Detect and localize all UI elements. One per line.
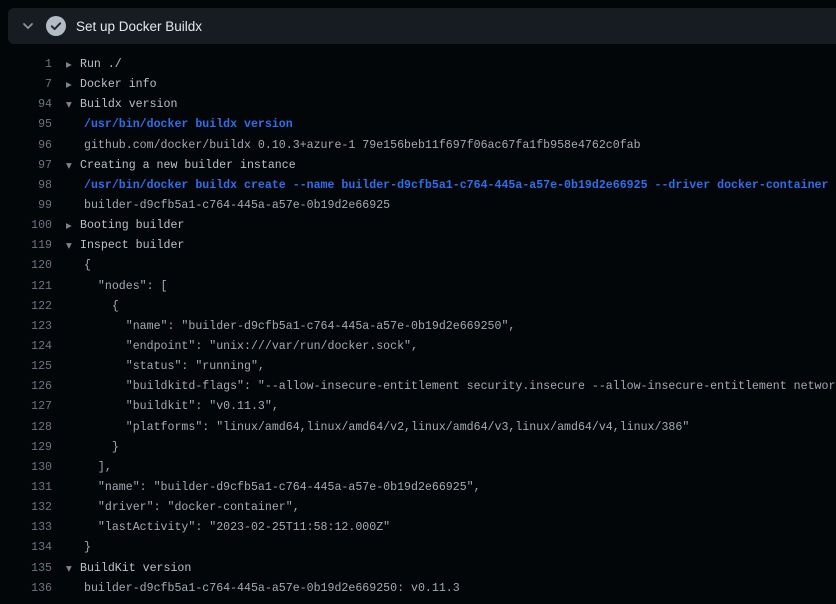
line-number: 97 — [0, 156, 52, 176]
log-group-line[interactable]: 135 ▼ BuildKit version — [0, 559, 836, 579]
triangle-down-icon: ▼ — [66, 156, 80, 176]
log-line-text: "endpoint": "unix:///var/run/docker.sock… — [84, 337, 418, 357]
log-group-line[interactable]: 7 ▶ Docker info — [0, 75, 836, 95]
log-line: 121 "nodes": [ — [0, 277, 836, 297]
line-number: 124 — [0, 337, 52, 357]
log-group-line[interactable]: 100 ▶ Booting builder — [0, 216, 836, 236]
log-line-text: "name": "builder-d9cfb5a1-c764-445a-a57e… — [84, 478, 481, 498]
log-line-text: "name": "builder-d9cfb5a1-c764-445a-a57e… — [84, 317, 515, 337]
log-line-text: { — [84, 256, 91, 276]
step-title: Set up Docker Buildx — [76, 19, 202, 34]
line-number: 125 — [0, 357, 52, 377]
log-line-text: "lastActivity": "2023-02-25T11:58:12.000… — [84, 518, 390, 538]
log-line-text: Docker info — [80, 75, 157, 95]
log-line: 122 { — [0, 297, 836, 317]
line-number: 129 — [0, 438, 52, 458]
step-header[interactable]: Set up Docker Buildx — [8, 8, 836, 44]
log-line-text: Run ./ — [80, 55, 122, 75]
log-line: 132 "driver": "docker-container", — [0, 498, 836, 518]
log-group-line[interactable]: 97 ▼ Creating a new builder instance — [0, 156, 836, 176]
triangle-down-icon: ▼ — [66, 236, 80, 256]
line-number: 122 — [0, 297, 52, 317]
log-line: 126 "buildkitd-flags": "--allow-insecure… — [0, 377, 836, 397]
log-group-line[interactable]: 94 ▼ Buildx version — [0, 95, 836, 115]
log-line: 131 "name": "builder-d9cfb5a1-c764-445a-… — [0, 478, 836, 498]
log-line-text: builder-d9cfb5a1-c764-445a-a57e-0b19d2e6… — [84, 579, 460, 599]
log-line-text: "status": "running", — [84, 357, 265, 377]
line-number: 95 — [0, 115, 52, 135]
log-group-line[interactable]: 1 ▶ Run ./ — [0, 55, 836, 75]
triangle-down-icon: ▼ — [66, 559, 80, 579]
line-number: 96 — [0, 136, 52, 156]
log-line-text: { — [84, 297, 119, 317]
log-line: 98 /usr/bin/docker buildx create --name … — [0, 176, 836, 196]
log-line: 96 github.com/docker/buildx 0.10.3+azure… — [0, 136, 836, 156]
actions-log-viewer: Set up Docker Buildx 1 ▶ Run ./ 7 ▶ Dock… — [0, 8, 836, 604]
line-number: 126 — [0, 377, 52, 397]
log-line: 125 "status": "running", — [0, 357, 836, 377]
triangle-right-icon: ▶ — [66, 55, 80, 75]
log-line-text: ], — [84, 458, 112, 478]
log-line-text: } — [84, 538, 91, 558]
line-number: 134 — [0, 538, 52, 558]
line-number: 121 — [0, 277, 52, 297]
log-line-text: Booting builder — [80, 216, 184, 236]
line-number: 131 — [0, 478, 52, 498]
line-number: 100 — [0, 216, 52, 236]
log-line-text: "nodes": [ — [84, 277, 168, 297]
log-line: 127 "buildkit": "v0.11.3", — [0, 397, 836, 417]
line-number: 132 — [0, 498, 52, 518]
triangle-right-icon: ▶ — [66, 216, 80, 236]
line-number: 1 — [0, 55, 52, 75]
log-line: 134 } — [0, 538, 836, 558]
line-number: 119 — [0, 236, 52, 256]
line-number: 123 — [0, 317, 52, 337]
log-line: 133 "lastActivity": "2023-02-25T11:58:12… — [0, 518, 836, 538]
log-line-text: Creating a new builder instance — [80, 156, 296, 176]
triangle-down-icon: ▼ — [66, 95, 80, 115]
log-line: 120 { — [0, 256, 836, 276]
line-number: 94 — [0, 95, 52, 115]
chevron-down-icon[interactable] — [22, 20, 34, 32]
log-line-text: } — [84, 438, 119, 458]
log-line-text: Inspect builder — [80, 236, 184, 256]
line-number: 127 — [0, 397, 52, 417]
check-circle-icon — [46, 16, 66, 36]
log-group-line[interactable]: 119 ▼ Inspect builder — [0, 236, 836, 256]
log-line-text: /usr/bin/docker buildx version — [84, 115, 293, 135]
log-line: 136 builder-d9cfb5a1-c764-445a-a57e-0b19… — [0, 579, 836, 599]
log-line-text: /usr/bin/docker buildx create --name bui… — [84, 176, 828, 196]
log-line-text: builder-d9cfb5a1-c764-445a-a57e-0b19d2e6… — [84, 196, 390, 216]
log-line: 129 } — [0, 438, 836, 458]
line-number: 133 — [0, 518, 52, 538]
log-line-text: "platforms": "linux/amd64,linux/amd64/v2… — [84, 418, 689, 438]
log-line: 124 "endpoint": "unix:///var/run/docker.… — [0, 337, 836, 357]
line-number: 128 — [0, 418, 52, 438]
line-number: 7 — [0, 75, 52, 95]
log-line-text: Buildx version — [80, 95, 177, 115]
log-line-text: "driver": "docker-container", — [84, 498, 300, 518]
line-number: 135 — [0, 559, 52, 579]
log-line-text: github.com/docker/buildx 0.10.3+azure-1 … — [84, 136, 641, 156]
line-number: 98 — [0, 176, 52, 196]
log-line: 128 "platforms": "linux/amd64,linux/amd6… — [0, 418, 836, 438]
triangle-right-icon: ▶ — [66, 75, 80, 95]
line-number: 130 — [0, 458, 52, 478]
line-number: 120 — [0, 256, 52, 276]
log-line: 99 builder-d9cfb5a1-c764-445a-a57e-0b19d… — [0, 196, 836, 216]
log-line: 123 "name": "builder-d9cfb5a1-c764-445a-… — [0, 317, 836, 337]
log-line-text: "buildkit": "v0.11.3", — [84, 397, 279, 417]
log-line-text: "buildkitd-flags": "--allow-insecure-ent… — [84, 377, 836, 397]
line-number: 136 — [0, 579, 52, 599]
log-lines-container: 1 ▶ Run ./ 7 ▶ Docker info 94 ▼ Buildx v… — [0, 55, 836, 599]
line-number: 99 — [0, 196, 52, 216]
log-line: 95 /usr/bin/docker buildx version — [0, 115, 836, 135]
log-line-text: BuildKit version — [80, 559, 191, 579]
log-line: 130 ], — [0, 458, 836, 478]
